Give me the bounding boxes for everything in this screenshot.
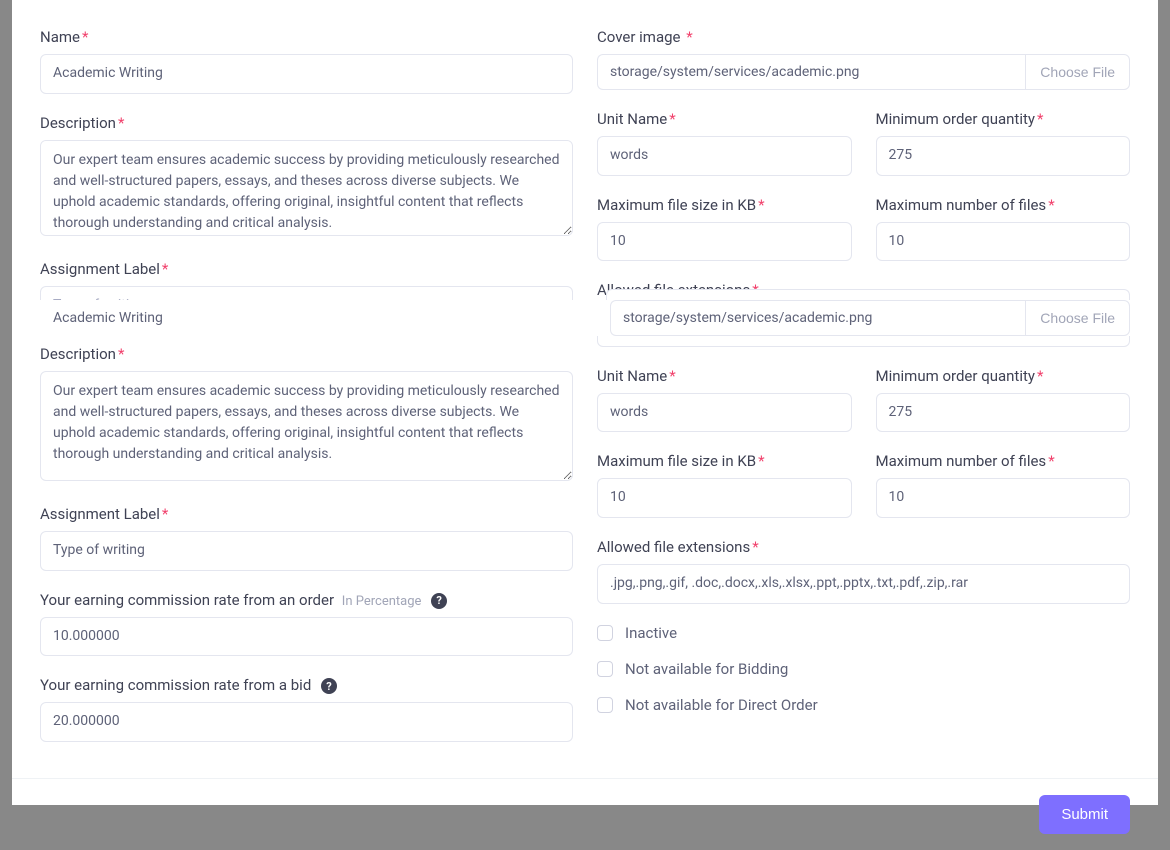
name-label: Name*	[40, 28, 573, 46]
min-order-input-2[interactable]	[876, 393, 1131, 433]
min-order-input-1[interactable]	[876, 136, 1131, 176]
name-input[interactable]	[40, 54, 573, 94]
unit-name-input-1[interactable]	[597, 136, 852, 176]
submit-button[interactable]: Submit	[1039, 795, 1130, 834]
min-order-label-1: Minimum order quantity*	[876, 110, 1131, 128]
max-files-input-1[interactable]	[876, 222, 1131, 262]
left-column: Name* Description* Assignment Label*	[40, 28, 573, 762]
choose-file-button[interactable]: Choose File	[1025, 54, 1130, 90]
unit-name-input-2[interactable]	[597, 393, 852, 433]
description-group-1: Description*	[40, 114, 573, 240]
description-textarea-2[interactable]	[40, 371, 573, 481]
no-direct-checkbox[interactable]	[597, 697, 613, 713]
max-file-size-label-1: Maximum file size in KB*	[597, 196, 852, 214]
description-label-2: Description*	[40, 345, 573, 363]
inactive-checkbox[interactable]	[597, 625, 613, 641]
no-bidding-checkbox-row: Not available for Bidding	[597, 660, 1130, 678]
min-order-group-1: Minimum order quantity*	[876, 110, 1131, 176]
description-label-1: Description*	[40, 114, 573, 132]
max-file-size-group-2: Maximum file size in KB*	[597, 452, 852, 518]
cover-image-group: Cover image * storage/system/services/ac…	[597, 28, 1130, 90]
max-files-label-2: Maximum number of files*	[876, 452, 1131, 470]
unit-name-label-1: Unit Name*	[597, 110, 852, 128]
unit-name-group-1: Unit Name*	[597, 110, 852, 176]
cover-image-path: storage/system/services/academic.png	[597, 54, 1025, 90]
commission-bid-group: Your earning commission rate from a bid …	[40, 676, 573, 742]
overlay-file-path: storage/system/services/academic.png	[610, 300, 1025, 336]
no-direct-checkbox-row: Not available for Direct Order	[597, 696, 1130, 714]
overlay-choose-file-button[interactable]: Choose File	[1025, 300, 1130, 336]
unit-name-label-2: Unit Name*	[597, 367, 852, 385]
max-file-size-group-1: Maximum file size in KB*	[597, 196, 852, 262]
no-bidding-label[interactable]: Not available for Bidding	[625, 660, 788, 678]
overlay-file-input: storage/system/services/academic.png Cho…	[610, 300, 1130, 336]
inactive-checkbox-row: Inactive	[597, 624, 1130, 642]
max-file-size-input-1[interactable]	[597, 222, 852, 262]
inactive-label[interactable]: Inactive	[625, 624, 677, 642]
form-body: Name* Description* Assignment Label*	[12, 0, 1158, 762]
overlay-name-text: Academic Writing	[40, 300, 586, 336]
assignment-label-input-2[interactable]	[40, 531, 573, 571]
min-order-label-2: Minimum order quantity*	[876, 367, 1131, 385]
form-card: Name* Description* Assignment Label*	[12, 0, 1158, 805]
max-files-group-1: Maximum number of files*	[876, 196, 1131, 262]
commission-order-group: Your earning commission rate from an ord…	[40, 591, 573, 657]
allowed-ext-group: Allowed file extensions*	[597, 538, 1130, 604]
name-group: Name*	[40, 28, 573, 94]
right-column: Cover image * storage/system/services/ac…	[597, 28, 1130, 762]
description-group-2: Description*	[40, 345, 573, 485]
form-footer: Submit	[12, 778, 1158, 850]
assignment-label-1: Assignment Label*	[40, 260, 573, 278]
assignment-label-2: Assignment Label*	[40, 505, 573, 523]
overlay-row: Academic Writing storage/system/services…	[40, 300, 1130, 336]
assignment-label-group-2: Assignment Label*	[40, 505, 573, 571]
help-icon[interactable]: ?	[431, 593, 447, 609]
commission-order-input[interactable]	[40, 617, 573, 657]
commission-order-label: Your earning commission rate from an ord…	[40, 591, 573, 609]
description-textarea-1[interactable]	[40, 140, 573, 236]
unit-name-group-2: Unit Name*	[597, 367, 852, 433]
cover-image-label: Cover image *	[597, 28, 1130, 46]
no-direct-label[interactable]: Not available for Direct Order	[625, 696, 818, 714]
cover-image-file-input: storage/system/services/academic.png Cho…	[597, 54, 1130, 90]
no-bidding-checkbox[interactable]	[597, 661, 613, 677]
min-order-group-2: Minimum order quantity*	[876, 367, 1131, 433]
commission-bid-label: Your earning commission rate from a bid …	[40, 676, 573, 694]
max-file-size-input-2[interactable]	[597, 478, 852, 518]
max-files-label-1: Maximum number of files*	[876, 196, 1131, 214]
help-icon[interactable]: ?	[321, 678, 337, 694]
commission-order-hint: In Percentage	[342, 594, 422, 609]
max-files-input-2[interactable]	[876, 478, 1131, 518]
commission-bid-input[interactable]	[40, 702, 573, 742]
max-file-size-label-2: Maximum file size in KB*	[597, 452, 852, 470]
allowed-ext-label: Allowed file extensions*	[597, 538, 1130, 556]
max-files-group-2: Maximum number of files*	[876, 452, 1131, 518]
allowed-ext-input[interactable]	[597, 564, 1130, 604]
